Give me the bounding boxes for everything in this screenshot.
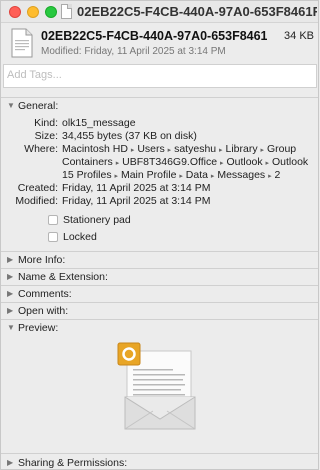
section-sharing[interactable]: ▶ Sharing & Permissions: (1, 453, 318, 469)
section-general[interactable]: ▼ General: (1, 97, 318, 114)
chevron-right-icon: ▶ (7, 289, 14, 298)
section-more-info[interactable]: ▶ More Info: (1, 251, 318, 268)
section-name-extension-label: Name & Extension: (18, 271, 108, 283)
file-size: 34 KB (284, 30, 314, 42)
document-icon (11, 28, 33, 58)
path-segment[interactable]: Library (225, 143, 257, 155)
chevron-right-icon: ▶ (7, 272, 14, 281)
path-arrow-icon: ▸ (220, 160, 224, 167)
locked-label: Locked (63, 231, 97, 243)
path-segment-part[interactable]: Outlook (272, 156, 308, 168)
path-segment[interactable]: 2 (275, 169, 281, 181)
path-segment-part[interactable]: Group (267, 143, 296, 155)
minimize-window-button[interactable] (27, 6, 39, 18)
outlook-message-icon (117, 342, 196, 430)
path-arrow-icon: ▸ (115, 160, 120, 167)
path-segment[interactable]: Messages (217, 169, 265, 181)
chevron-right-icon: ▶ (7, 458, 14, 467)
section-open-with-label: Open with: (18, 305, 69, 317)
path-arrow-icon: ▸ (268, 173, 272, 180)
document-proxy-icon[interactable] (61, 4, 72, 19)
chevron-right-icon: ▶ (7, 306, 14, 315)
path-segment[interactable]: Data (186, 169, 208, 181)
preview-area (115, 341, 207, 437)
section-open-with[interactable]: ▶ Open with: (1, 302, 318, 319)
path-arrow-icon: ▸ (114, 173, 119, 180)
path-segment[interactable]: Users (137, 143, 164, 155)
path-arrow-icon: ▸ (219, 147, 223, 154)
section-general-label: General: (18, 100, 59, 112)
path-segment[interactable]: Main Profile (121, 169, 176, 181)
section-name-extension[interactable]: ▶ Name & Extension: (1, 268, 318, 285)
modified-value: Friday, 11 April 2025 at 3:14 PM (62, 195, 211, 207)
chevron-down-icon: ▼ (7, 323, 15, 332)
window-title: 02EB22C5-F4CB-440A-97A0-653F8461F... (77, 4, 317, 19)
path-arrow-icon: ▸ (167, 147, 172, 154)
chevron-right-icon: ▶ (7, 255, 14, 264)
path-arrow-icon: ▸ (130, 147, 135, 154)
zoom-window-button[interactable] (45, 6, 57, 18)
section-comments-label: Comments: (18, 288, 72, 300)
locked-checkbox[interactable] (48, 232, 58, 242)
close-window-button[interactable] (9, 6, 21, 18)
path-segment[interactable]: UBF8T346G9.Office (122, 156, 217, 168)
stationery-pad-checkbox[interactable] (48, 215, 58, 225)
chevron-down-icon: ▼ (7, 101, 15, 110)
path-segment-part[interactable]: Containers (62, 156, 113, 168)
section-more-info-label: More Info: (18, 254, 66, 266)
kind-label: Kind: (34, 117, 58, 129)
modified-date-summary: Modified: Friday, 11 April 2025 at 3:14 … (41, 46, 226, 57)
path-arrow-icon: ▸ (210, 173, 215, 180)
info-header: 02EB22C5-F4CB-440A-97A0-653F8461... 34 K… (1, 23, 318, 63)
get-info-window: 02EB22C5-F4CB-440A-97A0-653F8461F... 02E… (0, 0, 319, 470)
stationery-pad-label: Stationery pad (63, 214, 131, 226)
title-bar: 02EB22C5-F4CB-440A-97A0-653F8461F... (1, 1, 318, 23)
path-segment[interactable]: Macintosh HD (62, 143, 128, 155)
section-sharing-label: Sharing & Permissions: (18, 457, 128, 469)
section-preview[interactable]: ▼ Preview: (1, 319, 318, 336)
created-label: Created: (17, 182, 58, 194)
path-segment[interactable]: Outlook (226, 156, 262, 168)
tags-field[interactable]: Add Tags... (3, 64, 317, 88)
size-label: Size: (34, 130, 58, 142)
size-value: 34,455 bytes (37 KB on disk) (62, 130, 197, 142)
path-arrow-icon: ▸ (265, 160, 270, 167)
section-preview-label: Preview: (18, 322, 59, 334)
modified-label: Modified: (15, 195, 58, 207)
created-value: Friday, 11 April 2025 at 3:14 PM (62, 182, 211, 194)
path-arrow-icon: ▸ (179, 173, 183, 180)
where-label: Where: (24, 143, 58, 155)
kind-value: olk15_message (62, 117, 136, 129)
path-segment[interactable]: satyeshu (174, 143, 216, 155)
path-segment-part[interactable]: 15 Profiles (62, 169, 112, 181)
path-arrow-icon: ▸ (260, 147, 265, 154)
file-name: 02EB22C5-F4CB-440A-97A0-653F8461... (41, 29, 267, 43)
section-comments[interactable]: ▶ Comments: (1, 285, 318, 302)
